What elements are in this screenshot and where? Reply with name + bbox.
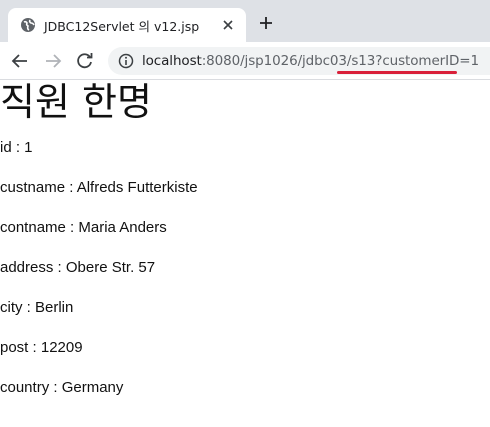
field-id: id : 1: [0, 139, 33, 156]
forward-arrow-icon[interactable]: [44, 52, 62, 70]
reload-icon[interactable]: [76, 52, 94, 70]
field-address: address : Obere Str. 57: [0, 259, 156, 276]
field-country: country : Germany: [0, 379, 124, 396]
back-arrow-icon[interactable]: [11, 52, 29, 70]
tab-title: JDBC12Servlet 의 v12.jsp: [44, 19, 200, 34]
field-contname: contname : Maria Anders: [0, 219, 167, 236]
url-host: localhost: [142, 53, 202, 69]
globe-icon: [21, 18, 35, 32]
tab-strip: JDBC12Servlet 의 v12.jsp: [0, 0, 490, 42]
red-annotation-underline: [337, 71, 457, 74]
info-icon[interactable]: [118, 53, 134, 69]
field-post: post : 12209: [0, 339, 83, 356]
url-path: :8080/jsp1026/jdbc03/s13?customerID=1: [201, 53, 479, 69]
field-city: city : Berlin: [0, 299, 74, 316]
new-tab-icon[interactable]: [258, 15, 274, 31]
close-icon[interactable]: [221, 18, 235, 32]
url-text[interactable]: localhost:8080/jsp1026/jdbc03/s13?custom…: [142, 53, 479, 69]
page-title: 직원 한명: [0, 80, 152, 124]
browser-toolbar: localhost:8080/jsp1026/jdbc03/s13?custom…: [0, 42, 490, 80]
browser-tab[interactable]: JDBC12Servlet 의 v12.jsp: [8, 8, 246, 42]
field-custname: custname : Alfreds Futterkiste: [0, 179, 198, 196]
